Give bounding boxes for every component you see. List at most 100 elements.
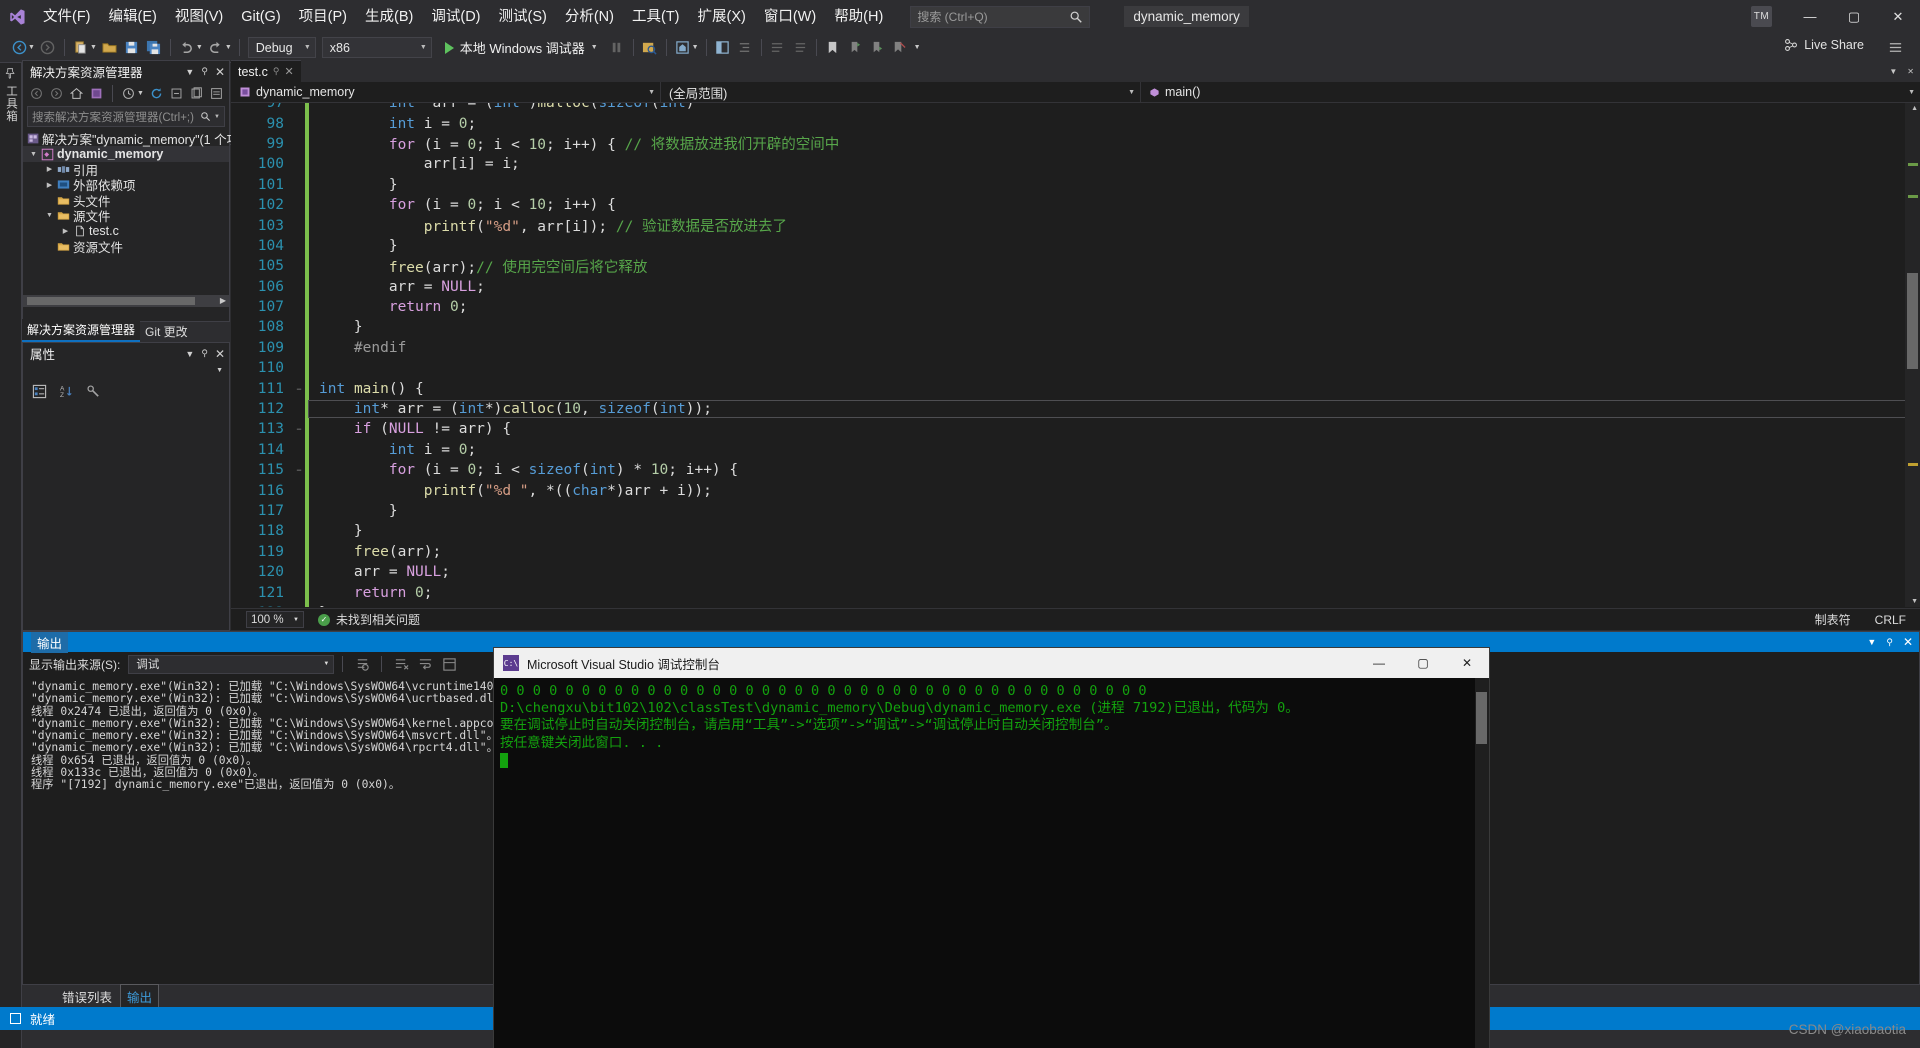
line-ending-indicator[interactable]: CRLF xyxy=(1875,613,1906,627)
properties-close-icon[interactable]: ✕ xyxy=(215,347,225,361)
menu-item-view[interactable]: 视图(V) xyxy=(166,4,232,30)
chevron-down-icon[interactable]: ▼ xyxy=(1128,89,1135,96)
properties-dropdown-icon[interactable]: ▼ xyxy=(185,349,194,359)
code-line[interactable]: 115− for (i = 0; i < sizeof(int) * 10; i… xyxy=(231,460,1920,481)
panel-dropdown-icon[interactable]: ▼ xyxy=(185,67,194,77)
alphabetical-sort-icon[interactable]: AZ xyxy=(55,380,77,402)
code-line[interactable]: 120 arr = NULL; xyxy=(231,561,1920,583)
solution-platform-combo[interactable]: x86 ▼ xyxy=(321,37,432,58)
output-find-icon[interactable] xyxy=(351,653,373,675)
panel-close-icon[interactable]: ✕ xyxy=(215,65,225,79)
debug-target-caret-icon[interactable]: ▼ xyxy=(591,44,598,51)
se-scroll-right-arrow[interactable]: ▶ xyxy=(217,295,229,307)
tree-expand-icon[interactable]: ▶ xyxy=(59,227,72,235)
menu-item-window[interactable]: 窗口(W) xyxy=(755,4,825,30)
scroll-up-arrow-icon[interactable]: ▲ xyxy=(1911,105,1918,112)
code-line[interactable]: 112 int* arr = (int*)calloc(10, sizeof(i… xyxy=(231,398,1920,420)
code-line[interactable]: 119 free(arr); xyxy=(231,541,1920,562)
nav-member-combo[interactable]: main() ▼ xyxy=(1141,82,1920,102)
editor-vertical-scrollbar[interactable]: ▲ ▼ xyxy=(1905,103,1920,607)
pin-icon[interactable] xyxy=(5,68,16,79)
save-all-icon[interactable] xyxy=(143,37,165,59)
console-maximize-button[interactable]: ▢ xyxy=(1401,648,1445,678)
undo-icon[interactable] xyxy=(176,37,198,59)
solution-configuration-combo[interactable]: Debug ▼ xyxy=(247,37,316,58)
menu-item-tools[interactable]: 工具(T) xyxy=(623,4,689,30)
code-line[interactable]: 111− int main() { xyxy=(231,378,1920,399)
new-item-icon[interactable] xyxy=(70,37,92,59)
tab-pin-icon[interactable]: ⚲ xyxy=(273,66,280,77)
code-line[interactable]: 102 for (i = 0; i < 10; i++) { xyxy=(231,194,1920,216)
code-line[interactable]: 101 } xyxy=(231,174,1920,195)
tabs-indicator[interactable]: 制表符 xyxy=(1815,611,1851,628)
se-pending-caret-icon[interactable]: ▼ xyxy=(137,90,144,97)
output-source-combo[interactable]: 调试 ▼ xyxy=(128,654,335,674)
home-window-icon[interactable] xyxy=(672,37,694,59)
menu-item-edit[interactable]: 编辑(E) xyxy=(100,4,166,30)
code-line[interactable]: 117 } xyxy=(231,500,1920,522)
code-line[interactable]: 122} xyxy=(231,602,1920,607)
code-line[interactable]: 116 printf("%d ", *((char*)arr + i)); xyxy=(231,480,1920,501)
tree-node[interactable]: ▶ 外部依赖项 xyxy=(23,177,229,193)
se-search-caret-icon[interactable]: ▼ xyxy=(214,114,220,120)
tree-expand-icon[interactable]: ▶ xyxy=(43,165,56,173)
toggle-bookmark-bar-icon[interactable] xyxy=(712,37,734,59)
toolbar-overflow-caret-icon[interactable]: ▼ xyxy=(914,44,921,51)
menu-item-test[interactable]: 测试(S) xyxy=(490,4,556,30)
se-forward-icon[interactable] xyxy=(47,84,66,103)
code-fold-toggle[interactable]: − xyxy=(293,424,305,434)
global-search-box[interactable]: 搜索 (Ctrl+Q) xyxy=(910,5,1091,28)
categorized-view-icon[interactable] xyxy=(28,380,50,402)
se-refresh-icon[interactable] xyxy=(147,84,166,103)
code-line[interactable]: 103 printf("%d", arr[i]); // 验证数据是否放进去了 xyxy=(231,215,1920,236)
tree-node[interactable]: 头文件 xyxy=(23,193,229,209)
code-line[interactable]: 108 } xyxy=(231,317,1920,338)
se-scroll-thumb[interactable] xyxy=(27,297,195,305)
toolbar-expand-icon[interactable] xyxy=(1884,37,1906,59)
menu-item-extensions[interactable]: 扩展(X) xyxy=(689,4,755,30)
se-collapse-all-icon[interactable] xyxy=(167,84,186,103)
output-toggle-timestamps-icon[interactable] xyxy=(438,653,460,675)
live-share-button[interactable]: Live Share xyxy=(1784,38,1864,52)
chevron-down-icon[interactable]: ▼ xyxy=(1908,89,1915,96)
menu-item-debug[interactable]: 调试(D) xyxy=(422,4,489,30)
tree-node[interactable]: ▼ dynamic_memory xyxy=(23,146,229,162)
tree-node[interactable]: 资源文件 xyxy=(23,239,229,255)
console-close-button[interactable]: ✕ xyxy=(1445,648,1489,678)
nav-range-combo[interactable]: (全局范围) ▼ xyxy=(661,82,1141,102)
console-scroll-thumb[interactable] xyxy=(1476,692,1487,744)
start-debugging-button[interactable]: 本地 Windows 调试器 ▼ xyxy=(439,37,606,59)
menu-item-git[interactable]: Git(G) xyxy=(232,4,289,30)
menu-item-help[interactable]: 帮助(H) xyxy=(825,4,892,30)
editor-scroll-thumb[interactable] xyxy=(1907,273,1918,369)
code-line[interactable]: 97 int* arr = (int*)malloc(sizeof(int) xyxy=(231,103,1920,114)
close-button[interactable]: ✕ xyxy=(1876,0,1920,33)
se-home-icon[interactable] xyxy=(67,84,86,103)
se-properties-icon[interactable] xyxy=(207,84,226,103)
chevron-down-icon[interactable]: ▼ xyxy=(648,89,655,96)
code-line[interactable]: 113− if (NULL != arr) { xyxy=(231,419,1920,440)
code-line[interactable]: 121 return 0; xyxy=(231,582,1920,603)
property-pages-icon[interactable] xyxy=(82,380,104,402)
tab-solution-explorer[interactable]: 解决方案资源管理器 xyxy=(22,319,141,342)
toolbox-vertical-tab[interactable]: 工具箱 xyxy=(0,63,22,1048)
next-bookmark-icon[interactable] xyxy=(866,37,888,59)
se-back-icon[interactable] xyxy=(27,84,46,103)
scroll-down-arrow-icon[interactable]: ▼ xyxy=(1911,598,1918,605)
console-scrollbar[interactable] xyxy=(1475,678,1489,1048)
tabstrip-close-icon[interactable]: ✕ xyxy=(1907,67,1914,76)
properties-object-caret-icon[interactable]: ▼ xyxy=(216,367,223,374)
maximize-button[interactable]: ▢ xyxy=(1832,0,1876,33)
tabstrip-overflow-icon[interactable]: ▼ xyxy=(1889,67,1897,76)
code-line[interactable]: 104 } xyxy=(231,235,1920,257)
tab-output[interactable]: 输出 xyxy=(120,983,160,1009)
se-horizontal-scrollbar[interactable] xyxy=(23,295,229,307)
solution-explorer-search-input[interactable]: 搜索解决方案资源管理器(Ctrl+;) ▼ xyxy=(27,106,225,127)
properties-pin-icon[interactable]: ⚲ xyxy=(201,348,208,359)
code-line[interactable]: 105 free(arr);// 使用完空间后将它释放 xyxy=(231,256,1920,277)
redo-icon[interactable] xyxy=(205,37,227,59)
output-pin-icon[interactable]: ⚲ xyxy=(1886,637,1893,648)
previous-bookmark-icon[interactable] xyxy=(844,37,866,59)
se-show-all-files-icon[interactable] xyxy=(187,84,206,103)
find-in-files-icon[interactable] xyxy=(639,37,661,59)
